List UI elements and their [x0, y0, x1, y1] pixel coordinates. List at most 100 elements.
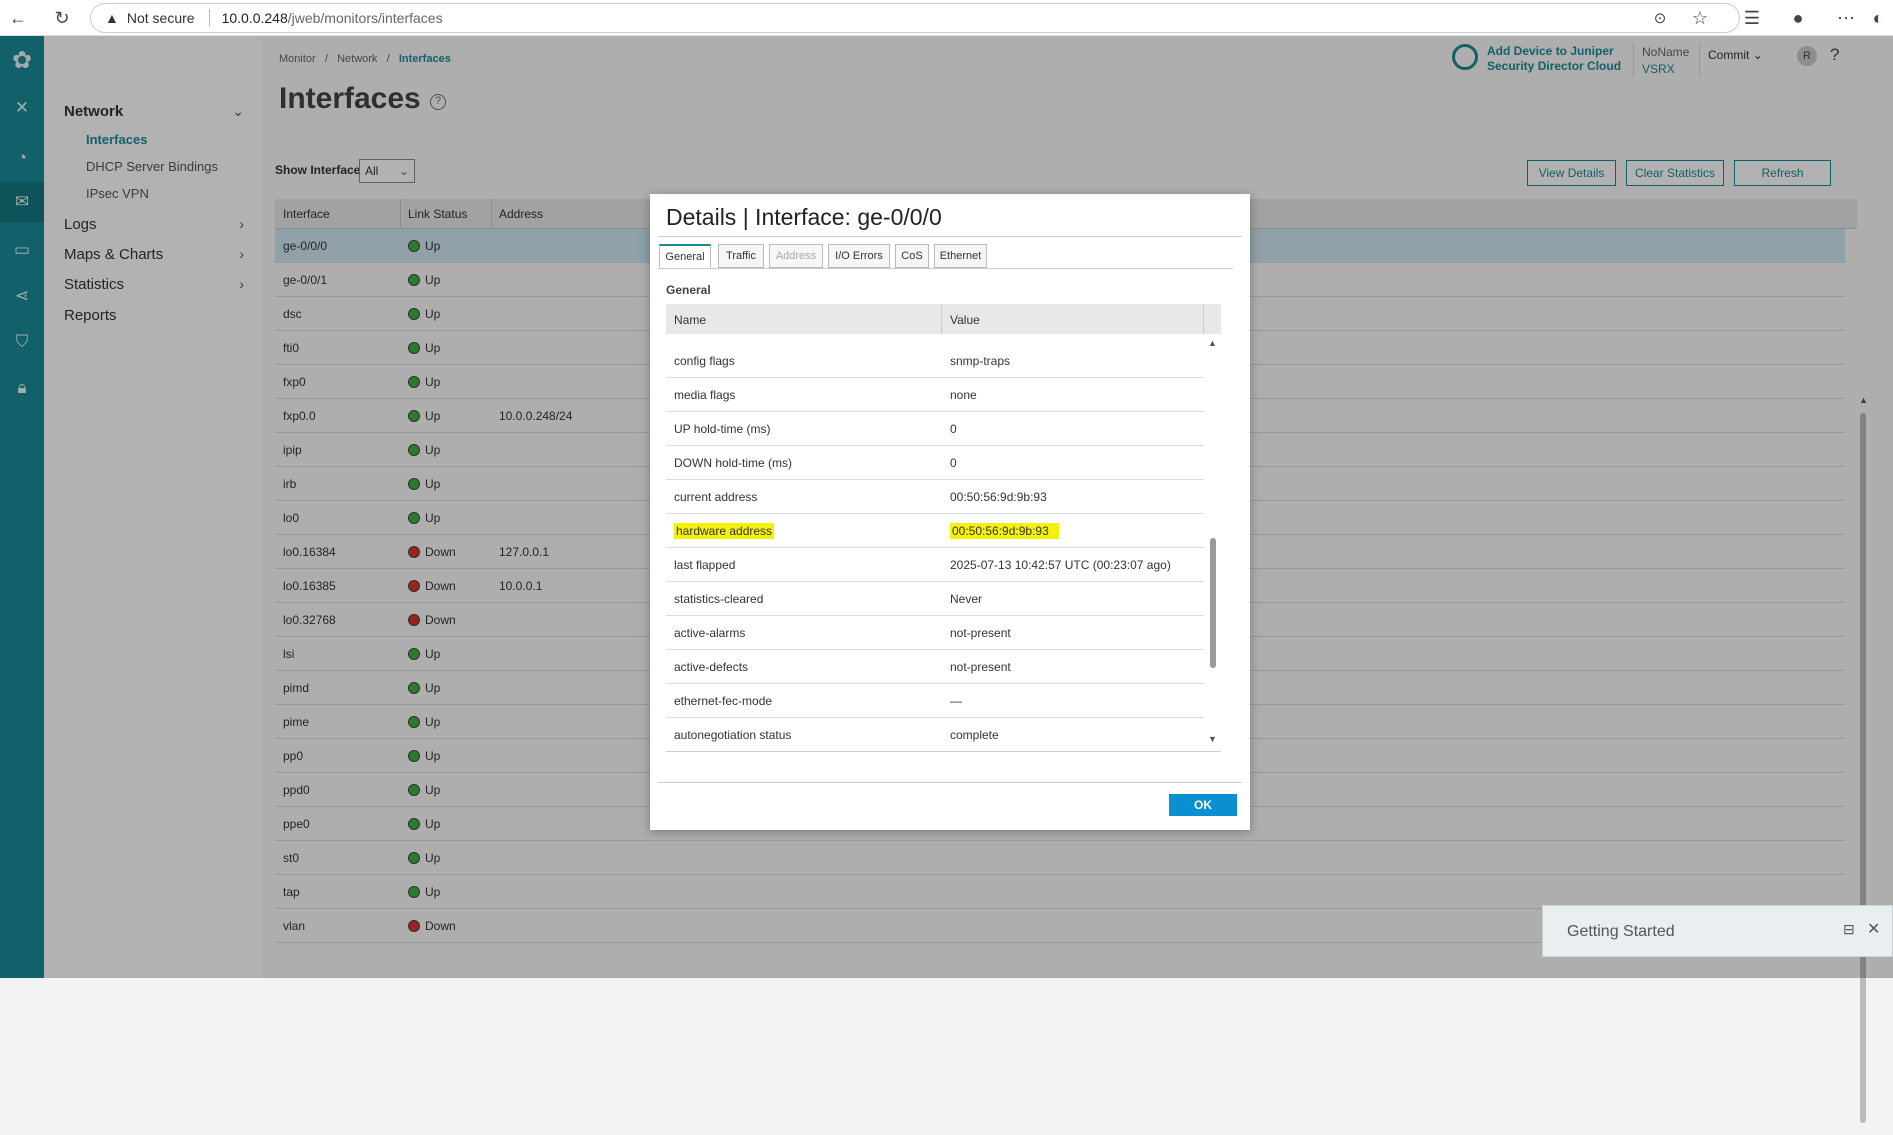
grid-scrollbar[interactable]: ▲ ▼	[1206, 338, 1220, 748]
status-dot-icon	[408, 240, 420, 252]
grid-row: hardware address 00:50:56:9d:9b:93	[666, 514, 1204, 548]
grid-row: ethernet-fec-mode —	[666, 684, 1204, 718]
interface-name: fti0	[283, 341, 300, 355]
col-address[interactable]: Address	[499, 207, 543, 221]
property-name: DOWN hold-time (ms)	[674, 456, 793, 470]
breadcrumb-interfaces: Interfaces	[398, 53, 451, 65]
reader-icon[interactable]: ⊙	[1648, 6, 1672, 30]
divider	[1633, 42, 1634, 78]
more-icon[interactable]: ⋯	[1834, 6, 1858, 30]
property-name: ethernet-fec-mode	[674, 694, 773, 708]
link-status: Up	[425, 307, 441, 321]
breadcrumb-monitor[interactable]: Monitor	[279, 53, 316, 65]
view-details-button[interactable]: View Details	[1527, 160, 1616, 186]
security-shield-icon[interactable]: ⛉	[0, 322, 44, 362]
tab-address: Address	[769, 244, 823, 268]
table-row[interactable]: tap Up	[275, 875, 1845, 909]
refresh-button[interactable]: Refresh	[1734, 160, 1831, 186]
tab-cos[interactable]: CoS	[895, 244, 929, 268]
table-scrollbar[interactable]: ▲	[1858, 395, 1868, 1135]
grid-header: Name Value	[666, 304, 1221, 334]
lock-icon[interactable]: 🔒︎	[0, 368, 44, 408]
divider	[208, 9, 210, 27]
breadcrumb-network[interactable]: Network	[337, 53, 377, 65]
url-path: /jweb/monitors/interfaces	[287, 10, 443, 26]
interface-name: ppe0	[283, 817, 310, 831]
status-dot-icon	[408, 342, 420, 354]
interface-address: 10.0.0.248/24	[499, 409, 573, 423]
col-value[interactable]: Value	[950, 313, 980, 327]
col-interface[interactable]: Interface	[283, 207, 330, 221]
tab-ethernet[interactable]: Ethernet	[934, 244, 987, 268]
interface-name: fxp0.0	[283, 409, 316, 423]
nav-network[interactable]: Network	[64, 103, 123, 120]
chevron-down-icon[interactable]: ⌄	[232, 103, 244, 120]
property-value: 0	[950, 422, 957, 436]
link-status: Up	[425, 851, 441, 865]
sidebar-item-logs[interactable]: Logs	[64, 216, 97, 233]
show-interfaces-select[interactable]: All ⌄	[359, 159, 415, 183]
help-icon[interactable]: ?	[1830, 45, 1839, 65]
copilot-icon[interactable]: ◐	[1866, 6, 1890, 30]
security-label: Not secure	[126, 10, 195, 26]
device-info: NoName VSRX	[1642, 44, 1689, 78]
favorites-icon[interactable]: ☰	[1740, 6, 1764, 30]
interface-name: pime	[283, 715, 310, 729]
chevron-right-icon[interactable]: ›	[239, 246, 244, 262]
col-name[interactable]: Name	[674, 313, 706, 327]
interface-name: lo0.32768	[283, 613, 336, 627]
table-row[interactable]: st0 Up	[275, 841, 1845, 875]
monitor-icon[interactable]: ✉	[0, 182, 44, 222]
minimize-icon[interactable]: ⊟	[1843, 921, 1855, 938]
grid-row: media flags none	[666, 378, 1204, 412]
tab-traffic[interactable]: Traffic	[718, 244, 764, 268]
avatar[interactable]: R	[1797, 46, 1817, 66]
favorite-star-icon[interactable]: ☆	[1688, 6, 1712, 30]
property-value: not-present	[950, 626, 1011, 640]
chevron-right-icon[interactable]: ›	[239, 276, 244, 292]
property-value: complete	[950, 728, 999, 742]
link-status: Down	[425, 613, 456, 627]
ok-button[interactable]: OK	[1169, 794, 1237, 816]
sd-cloud-icon[interactable]	[1452, 44, 1478, 70]
link-status: Up	[425, 783, 441, 797]
sidebar-item-reports[interactable]: Reports	[64, 307, 117, 324]
sidebar-item-interfaces[interactable]: Interfaces	[86, 132, 147, 147]
property-name: autonegotiation status	[674, 728, 792, 742]
interface-name: ge-0/0/0	[283, 239, 328, 253]
url-host: 10.0.0.248	[221, 10, 288, 26]
close-icon[interactable]: ✕	[1867, 919, 1880, 939]
sidebar-item-ipsec[interactable]: IPsec VPN	[86, 186, 149, 201]
status-dot-icon	[408, 376, 420, 388]
tab-general[interactable]: General	[659, 244, 711, 268]
add-device-link[interactable]: Add Device to Juniper Security Director …	[1487, 44, 1621, 74]
col-link-status[interactable]: Link Status	[408, 207, 467, 221]
sidebar-item-statistics[interactable]: Statistics	[64, 276, 124, 293]
property-name: media flags	[674, 388, 736, 402]
chevron-right-icon[interactable]: ›	[239, 216, 244, 232]
clear-statistics-button[interactable]: Clear Statistics	[1626, 160, 1724, 186]
sidebar-item-maps[interactable]: Maps & Charts	[64, 246, 163, 263]
getting-started-panel[interactable]: Getting Started ⊟ ✕	[1542, 905, 1893, 957]
help-icon[interactable]: ?	[430, 94, 446, 110]
app-rail: ✿ ✕ ◔ ✉ ▭ ⋖ ⛉ 🔒︎	[0, 36, 44, 978]
interface-name: lo0.16385	[283, 579, 336, 593]
sidebar-item-dhcp[interactable]: DHCP Server Bindings	[86, 159, 218, 174]
address-bar[interactable]: ▲ Not secure 10.0.0.248/jweb/monitors/in…	[90, 3, 1740, 33]
back-icon[interactable]: ←	[6, 6, 30, 30]
chevron-down-icon: ⌄	[1752, 48, 1763, 62]
dashboard-icon[interactable]: ◔	[0, 138, 44, 178]
close-nav-icon[interactable]: ✕	[0, 88, 44, 128]
tab-io-errors[interactable]: I/O Errors	[828, 244, 890, 268]
commit-menu[interactable]: Commit ⌄	[1708, 48, 1763, 62]
grid-row: config flags snmp-traps	[666, 344, 1204, 378]
network-icon[interactable]: ⋖	[0, 276, 44, 316]
profile-icon[interactable]: ●	[1786, 6, 1810, 30]
show-interfaces-label: Show Interfaces	[275, 163, 368, 177]
interface-name: irb	[283, 477, 297, 491]
reload-icon[interactable]: ↻	[50, 6, 74, 30]
device-icon[interactable]: ▭	[0, 230, 44, 270]
juniper-logo-icon: ✿	[11, 46, 33, 74]
status-dot-icon	[408, 444, 420, 456]
property-name: active-defects	[674, 660, 749, 674]
